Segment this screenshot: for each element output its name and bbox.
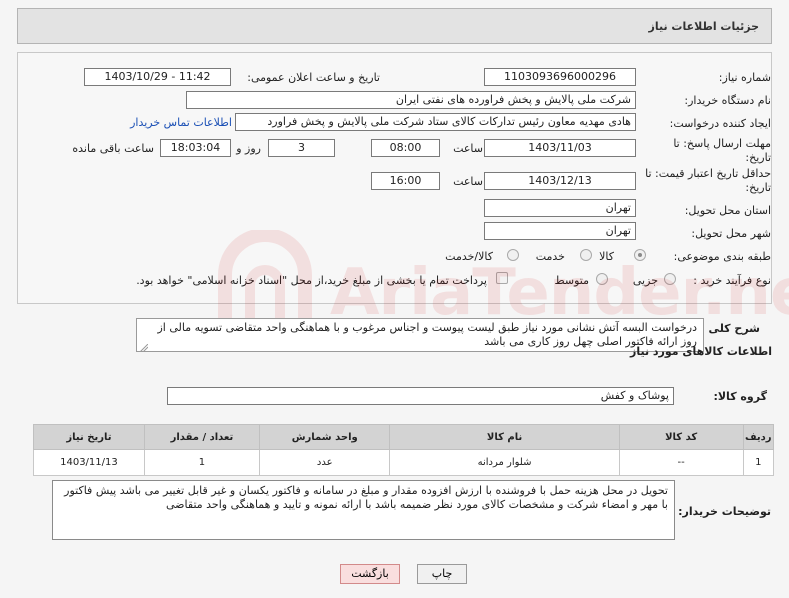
announce-datetime-field[interactable]: 1403/10/29 - 11:42 — [84, 68, 231, 86]
response-deadline-date-label: تاریخ: — [745, 151, 771, 164]
goods-name-cell: شلوار مردانه — [389, 449, 620, 476]
price-validity-date-label: تاریخ: — [745, 181, 771, 194]
delivery-city-label: شهر محل تحویل: — [691, 227, 771, 240]
buyer-org-label: نام دستگاه خریدار: — [684, 94, 771, 107]
col-code-header: کد کالا — [618, 424, 744, 450]
purchase-minor-label: جزیی — [632, 274, 658, 287]
remaining-time-label: ساعت باقی مانده — [72, 142, 154, 155]
buyer-notes-label: توضیحات خریدار: — [678, 505, 771, 518]
need-number-label: شماره نیاز: — [718, 71, 771, 84]
price-validity-label: حداقل تاریخ اعتبار قیمت: تا — [645, 167, 771, 180]
goods-table: ردیف کد کالا نام کالا واحد شمارش تعداد /… — [33, 424, 775, 476]
col-row-header: ردیف — [742, 424, 775, 450]
header-bar: جزئیات اطلاعات نیاز — [17, 8, 772, 44]
delivery-province-label: استان محل تحویل: — [684, 204, 771, 217]
announce-datetime-label: تاریخ و ساعت اعلان عمومی: — [247, 71, 380, 84]
category-service-label: خدمت — [535, 250, 565, 263]
purchase-medium-radio[interactable] — [596, 273, 608, 285]
remaining-time-field[interactable]: 18:03:04 — [160, 139, 231, 157]
need-number-field[interactable]: 1103093696000296 — [484, 68, 636, 86]
price-validity-time-field[interactable]: 16:00 — [371, 172, 440, 190]
page: جزئیات اطلاعات نیاز شماره نیاز: 11030936… — [0, 0, 789, 598]
goods-group-field[interactable]: پوشاک و کفش — [167, 387, 674, 405]
days-remaining-field[interactable]: 3 — [268, 139, 335, 157]
delivery-province-field[interactable]: تهران — [484, 199, 636, 217]
buyer-org-field[interactable]: شرکت ملی پالایش و پخش فراورده های نفتی ا… — [186, 91, 636, 109]
purchase-medium-label: متوسط — [554, 274, 589, 287]
quantity-cell: 1 — [143, 449, 261, 476]
col-date-header: تاریخ نیاز — [33, 424, 145, 450]
response-time-label: ساعت — [453, 142, 483, 155]
price-validity-time-label: ساعت — [453, 175, 483, 188]
table-row[interactable]: 1 -- شلوار مردانه عدد 1 1403/11/13 — [33, 449, 775, 476]
category-goods-service-radio[interactable] — [507, 249, 519, 261]
requester-field[interactable]: هادی مهدیه معاون رئیس تدارکات کالای ستاد… — [235, 113, 636, 131]
col-name-header: نام کالا — [389, 424, 620, 450]
requester-label: ایجاد کننده درخواست: — [669, 117, 771, 130]
col-quantity-header: تعداد / مقدار — [143, 424, 261, 450]
goods-code-cell: -- — [618, 449, 744, 476]
category-label: طبقه بندی موضوعی: — [673, 250, 771, 263]
response-time-field[interactable]: 08:00 — [371, 139, 440, 157]
need-date-cell: 1403/11/13 — [33, 449, 145, 476]
treasury-payment-label: پرداخت تمام یا بخشی از مبلغ خرید،از محل … — [136, 274, 487, 287]
delivery-city-field[interactable]: تهران — [484, 222, 636, 240]
purchase-type-label: نوع فرآیند خرید : — [693, 274, 771, 287]
page-title: جزئیات اطلاعات نیاز — [648, 20, 760, 33]
response-deadline-label: مهلت ارسال پاسخ: تا — [673, 137, 771, 150]
table-header-row: ردیف کد کالا نام کالا واحد شمارش تعداد /… — [33, 424, 775, 450]
price-validity-date-field[interactable]: 1403/12/13 — [484, 172, 636, 190]
description-textarea[interactable]: درخواست البسه آتش نشانی مورد نیاز طبق لی… — [136, 318, 704, 352]
unit-cell: عدد — [259, 449, 391, 476]
category-service-radio[interactable] — [580, 249, 592, 261]
buyer-notes-textarea[interactable]: تحویل در محل هزینه حمل با فروشنده با ارز… — [52, 480, 675, 540]
print-button[interactable]: چاپ — [417, 564, 467, 584]
category-goods-service-label: کالا/خدمت — [445, 250, 493, 263]
back-button[interactable]: بازگشت — [340, 564, 400, 584]
treasury-payment-checkbox[interactable] — [496, 272, 508, 284]
days-label: روز و — [236, 142, 261, 155]
row-number-cell: 1 — [742, 449, 775, 476]
resize-handle-icon[interactable] — [140, 344, 148, 352]
category-goods-label: کالا — [599, 250, 614, 263]
category-goods-radio[interactable] — [634, 249, 646, 261]
purchase-minor-radio[interactable] — [664, 273, 676, 285]
goods-group-label: گروه کالا: — [713, 390, 767, 403]
buyer-contact-link[interactable]: اطلاعات تماس خریدار — [130, 116, 232, 129]
col-unit-header: واحد شمارش — [259, 424, 391, 450]
response-deadline-date-field[interactable]: 1403/11/03 — [484, 139, 636, 157]
goods-info-title: اطلاعات کالاهای مورد نیاز — [630, 345, 772, 358]
